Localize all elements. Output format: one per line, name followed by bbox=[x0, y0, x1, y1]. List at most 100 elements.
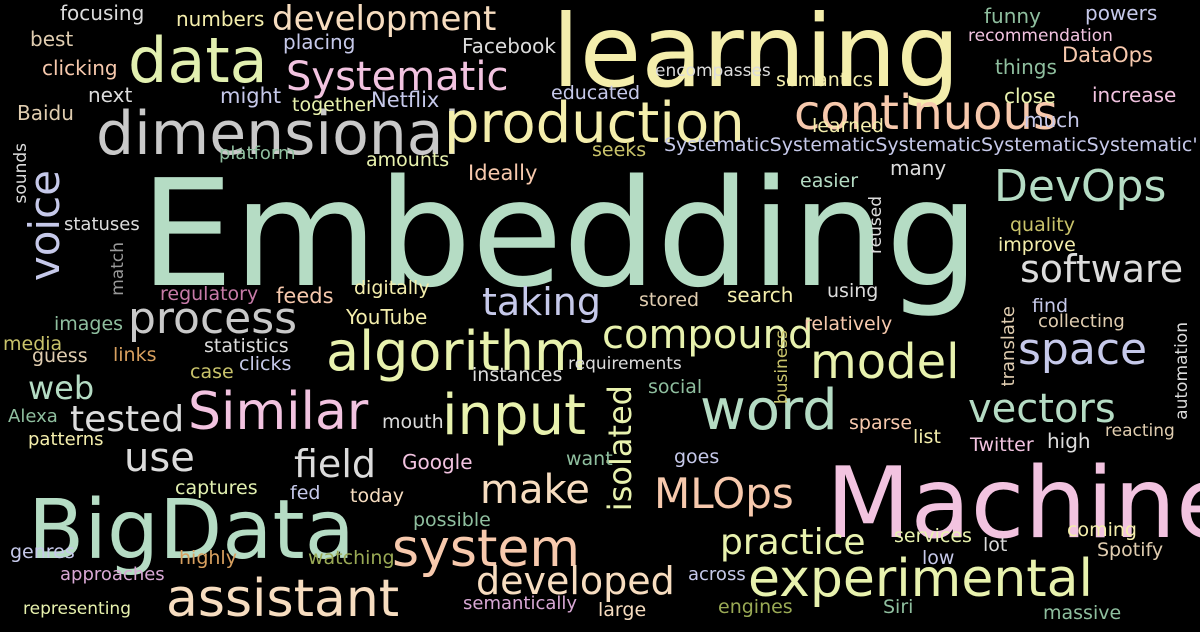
cloud-word: massive bbox=[1043, 602, 1122, 624]
cloud-word: might bbox=[220, 84, 282, 108]
cloud-word: Facebook bbox=[462, 34, 556, 58]
cloud-word: representing bbox=[23, 599, 131, 619]
cloud-word: sparse bbox=[849, 412, 913, 434]
cloud-word: approaches bbox=[60, 564, 165, 585]
cloud-word: captures bbox=[175, 477, 258, 499]
cloud-word: possible bbox=[413, 509, 491, 531]
cloud-word: Google bbox=[402, 450, 473, 474]
cloud-word: coming bbox=[1067, 519, 1137, 541]
cloud-word: regulatory bbox=[160, 283, 259, 305]
cloud-word: data bbox=[128, 24, 268, 97]
cloud-word: use bbox=[124, 435, 195, 481]
cloud-word: vectors bbox=[968, 386, 1116, 432]
cloud-word: stored bbox=[639, 289, 700, 311]
cloud-word: highly bbox=[179, 547, 237, 569]
cloud-word: many bbox=[890, 156, 947, 180]
cloud-word: fed bbox=[290, 482, 321, 504]
cloud-word: using bbox=[827, 280, 879, 302]
cloud-word: across bbox=[688, 564, 746, 585]
cloud-word: social bbox=[648, 376, 703, 398]
cloud-word: lot bbox=[983, 534, 1008, 556]
cloud-word: next bbox=[88, 83, 133, 107]
cloud-word: mouth bbox=[382, 411, 444, 433]
cloud-word: SystematicSystematicSystematicSystematic… bbox=[664, 134, 1198, 156]
cloud-word: learned bbox=[812, 115, 884, 137]
cloud-word: close bbox=[1004, 84, 1056, 108]
cloud-word: together bbox=[292, 94, 374, 116]
cloud-word: YouTube bbox=[346, 305, 428, 329]
cloud-word: funny bbox=[984, 4, 1041, 28]
cloud-word: high bbox=[1047, 429, 1091, 453]
cloud-word: Alexa bbox=[8, 406, 58, 427]
cloud-word: clicks bbox=[239, 353, 292, 375]
cloud-word: Ideally bbox=[468, 161, 538, 185]
cloud-word: clicking bbox=[42, 56, 118, 80]
cloud-word: taking bbox=[482, 280, 601, 324]
cloud-word: powers bbox=[1085, 1, 1158, 25]
cloud-word: Similar bbox=[188, 382, 369, 442]
cloud-word: web bbox=[28, 369, 95, 407]
cloud-word: Siri bbox=[883, 596, 914, 618]
cloud-word: model bbox=[810, 334, 960, 390]
cloud-word: numbers bbox=[176, 7, 265, 31]
cloud-word: list bbox=[913, 426, 941, 448]
cloud-word: Spotify bbox=[1097, 539, 1164, 561]
cloud-word: much bbox=[1024, 108, 1080, 132]
cloud-word: sounds bbox=[11, 143, 31, 204]
cloud-word: MLOps bbox=[654, 469, 794, 518]
cloud-word: word bbox=[700, 378, 838, 443]
cloud-word: digitally bbox=[354, 277, 430, 299]
cloud-word: Netflix bbox=[371, 88, 440, 112]
cloud-word: DevOps bbox=[994, 161, 1167, 212]
cloud-word: Twitter bbox=[970, 434, 1034, 456]
cloud-word: semantically bbox=[463, 593, 578, 614]
cloud-word: genres bbox=[10, 541, 75, 563]
cloud-word: automation bbox=[1172, 322, 1192, 420]
cloud-word: images bbox=[54, 313, 124, 335]
cloud-word: input bbox=[442, 383, 587, 448]
cloud-word: amounts bbox=[366, 149, 450, 171]
cloud-word: encompasses bbox=[655, 61, 771, 81]
cloud-word: platform bbox=[219, 143, 296, 164]
cloud-word: seeks bbox=[592, 139, 647, 161]
cloud-word: requirements bbox=[568, 354, 682, 374]
cloud-word: patterns bbox=[28, 429, 104, 450]
cloud-word: relatively bbox=[804, 313, 893, 335]
cloud-word: placing bbox=[283, 30, 356, 54]
cloud-word: large bbox=[598, 599, 647, 621]
cloud-word: semantics bbox=[776, 69, 873, 91]
cloud-word: make bbox=[480, 467, 590, 513]
cloud-word: case bbox=[190, 361, 234, 383]
cloud-word: educated bbox=[551, 82, 641, 104]
cloud-word: Baidu bbox=[17, 101, 74, 125]
word-cloud-canvas: Embedding learning Machine BigData dimension… bbox=[0, 0, 1200, 632]
cloud-word: reused bbox=[866, 196, 886, 254]
cloud-word: reacting bbox=[1105, 421, 1175, 441]
cloud-word: feeds bbox=[276, 284, 334, 308]
cloud-word: engines bbox=[718, 596, 793, 618]
cloud-word: business bbox=[772, 330, 792, 405]
cloud-word: goes bbox=[674, 446, 720, 468]
cloud-word: links bbox=[113, 344, 157, 366]
cloud-word: translate bbox=[998, 306, 1019, 387]
cloud-word: focusing bbox=[60, 1, 145, 25]
cloud-word: media bbox=[3, 333, 63, 355]
cloud-word: watching bbox=[308, 547, 395, 569]
cloud-word: increase bbox=[1092, 83, 1177, 107]
cloud-word: field bbox=[294, 442, 376, 486]
cloud-word: best bbox=[30, 27, 74, 51]
cloud-word: match bbox=[108, 242, 128, 296]
cloud-word: instances bbox=[472, 364, 563, 386]
cloud-word: services bbox=[894, 525, 972, 547]
cloud-word: DataOps bbox=[1062, 43, 1153, 67]
cloud-word: today bbox=[350, 485, 405, 507]
cloud-word: practice bbox=[720, 522, 866, 563]
cloud-word: assistant bbox=[166, 569, 400, 629]
cloud-word: want bbox=[566, 448, 613, 470]
cloud-word: search bbox=[727, 283, 794, 307]
cloud-word: find bbox=[1032, 295, 1069, 317]
cloud-word: statuses bbox=[64, 214, 140, 235]
cloud-word: quality bbox=[1010, 214, 1075, 236]
cloud-word: low bbox=[922, 547, 955, 569]
cloud-word: easier bbox=[800, 170, 859, 192]
